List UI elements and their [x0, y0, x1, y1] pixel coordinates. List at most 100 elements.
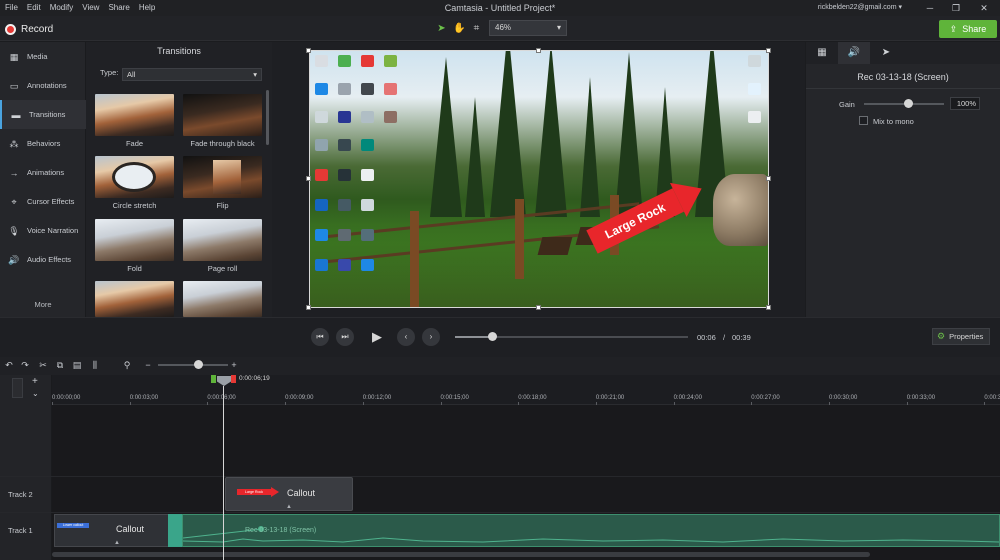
record-icon [5, 23, 16, 35]
record-button[interactable]: Record [5, 19, 53, 39]
resize-handle[interactable] [306, 48, 311, 53]
sidebar-item-transitions[interactable]: ▬ Transitions [0, 100, 86, 129]
paste-icon[interactable]: ▤ [70, 358, 84, 372]
step-forward-icon[interactable]: ⏭ [336, 328, 354, 346]
zoom-out-icon[interactable]: − [141, 358, 155, 372]
previous-marker-icon[interactable]: ‹ [397, 328, 415, 346]
audio-properties-icon[interactable]: 🔊 [838, 42, 870, 64]
collapse-chevron-icon[interactable]: ⌄ [32, 389, 39, 398]
arrow-head-icon [271, 487, 279, 497]
next-marker-icon[interactable]: › [422, 328, 440, 346]
transition-thumb-circle-stretch[interactable] [95, 156, 174, 198]
zoom-in-icon[interactable]: + [227, 358, 241, 372]
microphone-icon: 🎙 [8, 225, 20, 236]
cursor-properties-icon[interactable]: ➤ [870, 42, 902, 64]
transition-label: Fade [125, 139, 144, 148]
hand-pan-icon[interactable]: ✋ [452, 21, 467, 36]
crop-icon[interactable]: ⌗ [469, 21, 484, 36]
copy-icon[interactable]: ⧉ [53, 358, 67, 372]
track-name[interactable]: Track 1 [8, 526, 33, 535]
close-icon[interactable]: ✕ [970, 0, 998, 16]
restore-icon[interactable]: ❐ [942, 0, 970, 16]
menu-share[interactable]: Share [108, 0, 129, 16]
type-select[interactable]: All ▾ [122, 68, 262, 81]
track-name[interactable]: Track 2 [8, 490, 33, 499]
resize-handle[interactable] [766, 176, 771, 181]
more-button[interactable]: More [0, 300, 86, 309]
add-track-icon[interactable]: + [32, 376, 38, 387]
zoom-search-icon[interactable]: ⚲ [120, 358, 134, 372]
type-value: All [127, 70, 136, 79]
transition-thumb-flip[interactable] [183, 156, 262, 198]
transition-label: Circle stretch [112, 201, 157, 210]
sidebar-item-annotations[interactable]: ▭ Annotations [0, 71, 86, 100]
menu-view[interactable]: View [82, 0, 99, 16]
user-account[interactable]: rickbelden22@gmail.com ▾ [818, 0, 902, 16]
in-point-marker[interactable] [211, 375, 216, 383]
sidebar-item-media[interactable]: ▦ Media [0, 42, 86, 71]
media-title: Rec 03-13-18 (Screen) [857, 72, 949, 82]
transition-thumb-fold[interactable] [95, 219, 174, 261]
mix-to-mono-label: Mix to mono [873, 117, 914, 126]
resize-handle[interactable] [536, 305, 541, 310]
share-button[interactable]: ⇪ Share [939, 20, 997, 38]
animation-icon: → [9, 167, 19, 178]
menu-modify[interactable]: Modify [50, 0, 74, 16]
step-back-icon[interactable]: ⏮ [311, 328, 329, 346]
resize-handle[interactable] [306, 305, 311, 310]
sidebar-item-label: Cursor Effects [27, 197, 75, 206]
transition-thumb-page-roll[interactable] [183, 219, 262, 261]
sidebar-item-animations[interactable]: → Animations [0, 158, 86, 187]
clip-expand-icon[interactable]: ▲ [286, 504, 292, 510]
sidebar-item-audio-effects[interactable]: 🔊 Audio Effects [0, 245, 86, 274]
visual-properties-icon[interactable]: ▦ [806, 42, 838, 64]
undo-icon[interactable]: ↶ [2, 358, 16, 372]
sidebar-item-label: Transitions [29, 110, 66, 119]
transition-thumb[interactable] [183, 281, 262, 317]
sidebar-item-voice-narration[interactable]: 🎙 Voice Narration [0, 216, 86, 245]
redo-icon[interactable]: ↷ [18, 358, 32, 372]
timeline-zoom-slider[interactable] [158, 364, 228, 366]
timeline-scrollbar[interactable] [52, 552, 870, 557]
minimize-icon[interactable]: ─ [916, 0, 944, 16]
clip-expand-icon[interactable]: ▲ [114, 540, 120, 546]
transition-label: Page roll [207, 264, 238, 273]
transition-clip[interactable] [168, 514, 182, 547]
gear-icon: ⚙ [937, 331, 946, 341]
menu-edit[interactable]: Edit [27, 0, 41, 16]
sidebar-item-cursor-effects[interactable]: ⌖ Cursor Effects [0, 187, 86, 216]
sidebar-item-behaviors[interactable]: ⁂ Behaviors [0, 129, 86, 158]
timeline-zoom-handle[interactable] [194, 360, 203, 369]
transition-thumb[interactable] [95, 281, 174, 317]
playhead-line [223, 386, 224, 560]
split-icon[interactable]: ⫼ [88, 358, 102, 372]
resize-handle[interactable] [766, 305, 771, 310]
scrubber-progress [455, 336, 493, 338]
resize-handle[interactable] [536, 48, 541, 53]
preview-canvas[interactable]: Large Rock [309, 50, 769, 308]
share-icon: ⇪ [949, 23, 958, 34]
properties-button[interactable]: ⚙ Properties [932, 328, 990, 345]
cut-icon[interactable]: ✂ [36, 358, 50, 372]
resize-handle[interactable] [766, 48, 771, 53]
ruler-tick-label: 0:00:33;00 [906, 395, 936, 401]
play-icon[interactable]: ▶ [364, 324, 390, 350]
panel-scrollbar[interactable] [266, 90, 269, 145]
ruler-tick-label: 0:00:00;00 [52, 395, 81, 401]
mix-to-mono-checkbox[interactable] [859, 116, 868, 125]
pointer-icon[interactable]: ➤ [434, 21, 449, 36]
chevron-down-icon: ▾ [253, 70, 257, 79]
callout-thumbnail-text: Lower callout [57, 523, 89, 528]
transition-icon: ▬ [11, 109, 21, 120]
gain-value-input[interactable]: 100% [950, 97, 980, 110]
transition-thumb-fade-through-black[interactable] [183, 94, 262, 136]
track-height-icon[interactable] [12, 378, 23, 398]
user-email: rickbelden22@gmail.com [817, 4, 897, 11]
resize-handle[interactable] [306, 176, 311, 181]
out-point-marker[interactable] [231, 375, 236, 383]
menu-help[interactable]: Help [139, 0, 155, 16]
gain-slider-handle[interactable] [904, 99, 913, 108]
transition-thumb-fade[interactable] [95, 94, 174, 136]
menu-file[interactable]: File [5, 0, 18, 16]
zoom-select[interactable]: 46% ▾ [489, 20, 567, 36]
